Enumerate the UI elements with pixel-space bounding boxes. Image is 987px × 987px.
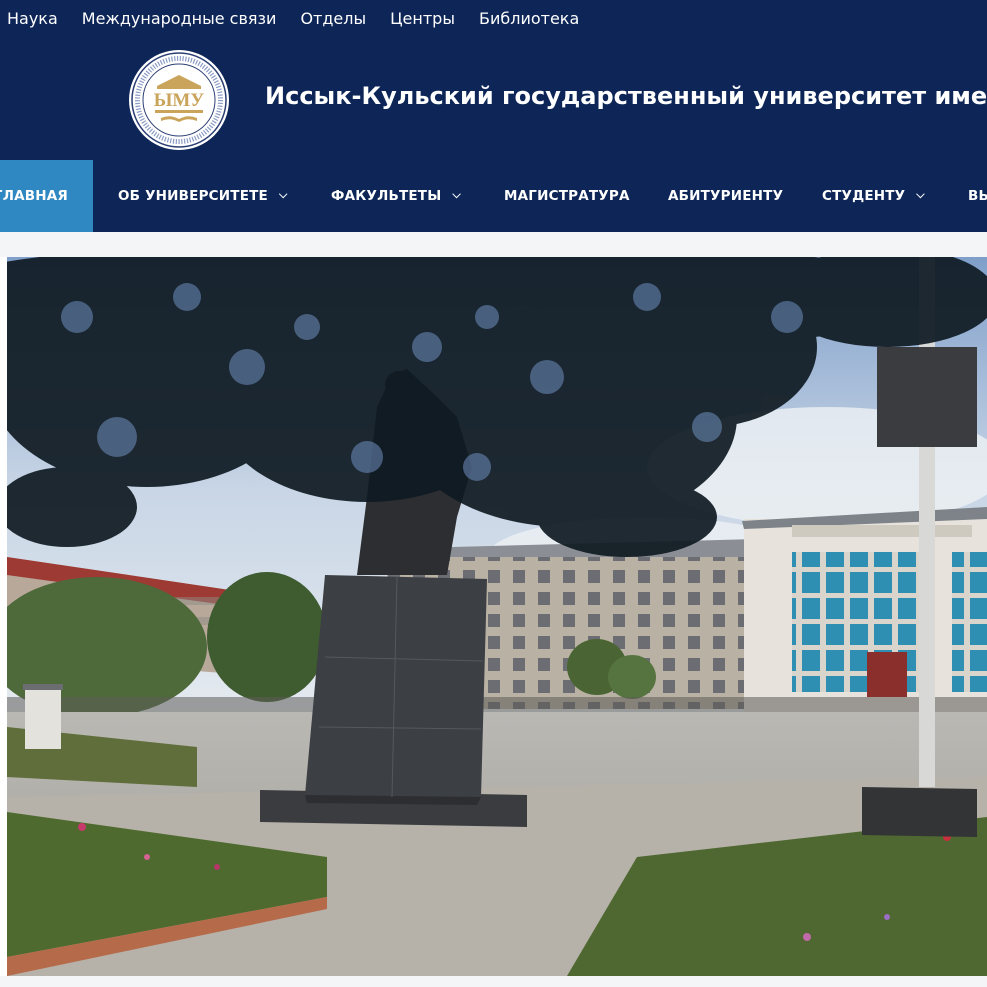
nav-magistracy-label: МАГИСТРАТУРА — [504, 188, 630, 204]
campus-photo — [7, 257, 987, 976]
nav-faculties-label: ФАКУЛЬТЕТЫ — [331, 188, 442, 204]
nav-students-label: СТУДЕНТУ — [822, 188, 906, 204]
nav-home-label: ГЛАВНАЯ — [0, 188, 68, 204]
chevron-down-icon: ⌵ — [278, 188, 288, 201]
nav-applicants[interactable]: АБИТУРИЕНТУ — [644, 160, 798, 232]
nav-about-label: ОБ УНИВЕРСИТЕТЕ — [118, 188, 268, 204]
university-logo[interactable]: ЫМУ — [127, 48, 231, 152]
university-logo-emblem: ЫМУ — [129, 50, 229, 150]
logo-lettering: ЫМУ — [154, 90, 205, 111]
nav-graduates-label: ВЫ — [968, 188, 987, 204]
nav-magistracy[interactable]: МАГИСТРАТУРА — [480, 160, 644, 232]
nav-graduates[interactable]: ВЫ — [945, 160, 987, 232]
content-bottom-spacer — [0, 976, 987, 987]
top-nav-link-international[interactable]: Международные связи — [82, 9, 277, 28]
site-title[interactable]: Иссык-Кульский государственный университ… — [265, 82, 987, 110]
nav-applicants-label: АБИТУРИЕНТУ — [668, 188, 784, 204]
nav-faculties[interactable]: ФАКУЛЬТЕТЫ ⌵ — [307, 160, 480, 232]
nav-about[interactable]: ОБ УНИВЕРСИТЕТЕ ⌵ — [93, 160, 307, 232]
nav-home[interactable]: ГЛАВНАЯ — [0, 160, 93, 232]
content-spacer — [0, 232, 987, 257]
top-nav-link-departments[interactable]: Отделы — [300, 9, 366, 28]
top-nav-link-library[interactable]: Библиотека — [479, 9, 579, 28]
main-nav: ГЛАВНАЯ ОБ УНИВЕРСИТЕТЕ ⌵ ФАКУЛЬТЕТЫ ⌵ М… — [0, 160, 987, 232]
top-nav-link-science[interactable]: Наука — [7, 9, 58, 28]
nav-students[interactable]: СТУДЕНТУ ⌵ — [798, 160, 945, 232]
chevron-down-icon: ⌵ — [916, 188, 925, 201]
chevron-down-icon: ⌵ — [452, 188, 461, 201]
hero-image — [7, 257, 987, 976]
brand-bar: ЫМУ Иссык-Кульский государственный униве… — [0, 40, 987, 158]
top-nav: Наука Международные связи Отделы Центры … — [0, 0, 596, 36]
top-nav-link-centers[interactable]: Центры — [390, 9, 455, 28]
site-header: Наука Международные связи Отделы Центры … — [0, 0, 987, 232]
